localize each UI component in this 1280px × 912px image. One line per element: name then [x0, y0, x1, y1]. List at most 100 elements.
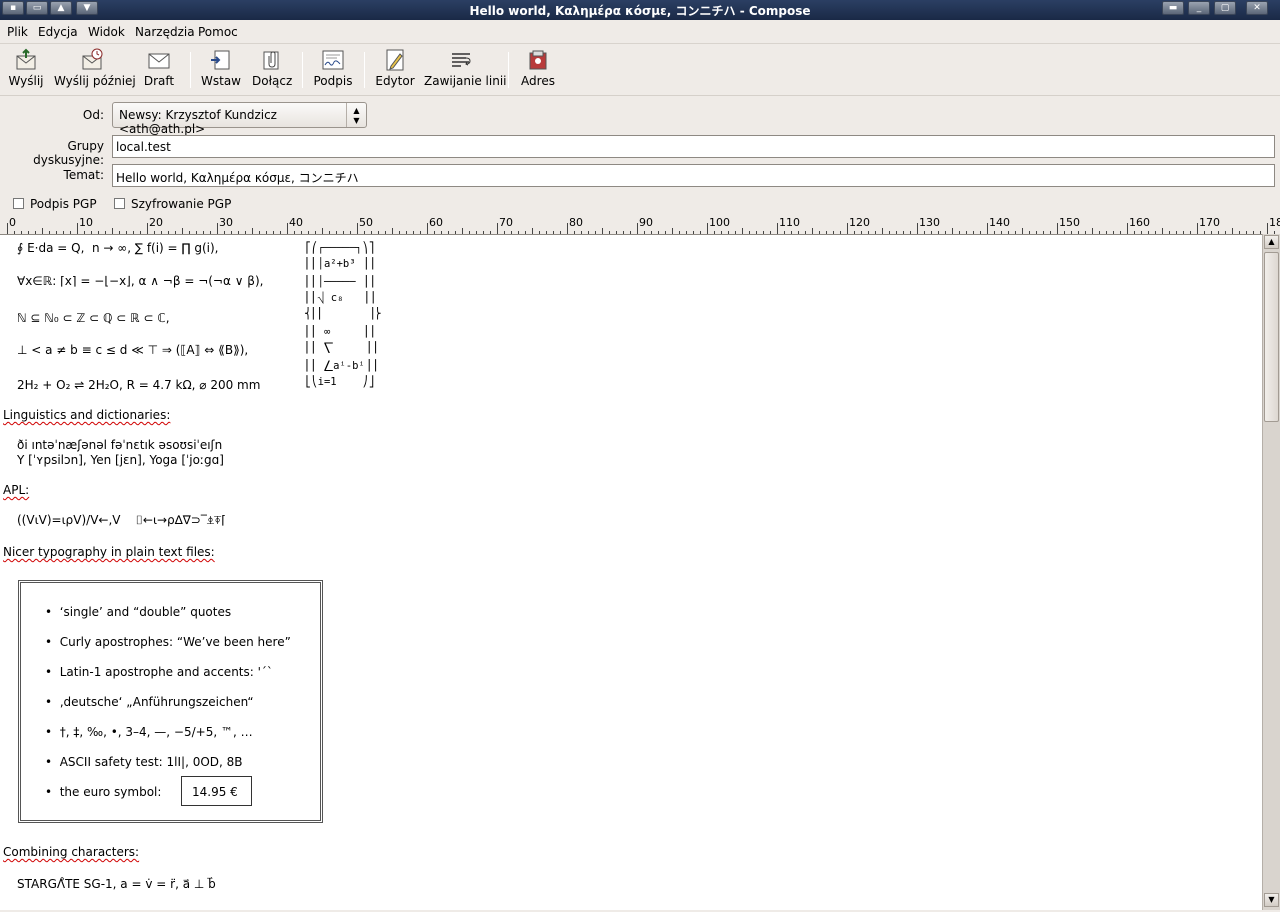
- ruler-tick: [707, 223, 708, 234]
- insert-file-icon: [211, 50, 230, 70]
- euro-value: 14.95 €: [192, 785, 238, 799]
- body-line: ði ıntəˈnæʃənəl fəˈnɛtık əsoʊsiˈeıʃn: [17, 438, 223, 452]
- scroll-thumb[interactable]: [1264, 252, 1279, 422]
- ruler-label: 30: [219, 216, 233, 229]
- toolbar-separator: [302, 52, 303, 88]
- section-heading: Linguistics and dictionaries:: [3, 408, 171, 422]
- bullet-line: • Latin-1 apostrophe and accents: '´`: [45, 665, 273, 679]
- ruler-tick: [287, 223, 288, 234]
- math-box-line: ⎢⎜ ⎳aⁱ-bⁱ⎟⎥: [305, 360, 378, 372]
- editor-button[interactable]: Edytor: [374, 48, 416, 94]
- help-button[interactable]: ▬: [1162, 1, 1184, 15]
- bullet-line: • †, ‡, ‰, •, 3–4, —, −5/+5, ™, …: [45, 725, 253, 739]
- draft-button[interactable]: Draft: [142, 48, 176, 94]
- bullet-line: • Curly apostrophes: “We’ve been here”: [45, 635, 291, 649]
- ruler-label: 130: [919, 216, 940, 229]
- toolbar-separator: [190, 52, 191, 88]
- menu-widok[interactable]: Widok: [88, 25, 125, 39]
- signature-button[interactable]: Podpis: [312, 48, 354, 94]
- send-icon: [16, 48, 36, 70]
- ruler-label: 50: [359, 216, 373, 229]
- body-line: Y [ˈʏpsilɔn], Yen [jɛn], Yoga [ˈjoːgɑ]: [17, 453, 224, 467]
- ruler-label: 0: [9, 216, 16, 229]
- ruler-tick: [1127, 223, 1128, 234]
- minimize-button[interactable]: _: [1188, 1, 1210, 15]
- math-box-line: ⎢⎜│a²+b³ ⎟⎥: [305, 258, 375, 270]
- checkbox-box[interactable]: [114, 198, 125, 209]
- vertical-scrollbar[interactable]: ▲ ▼: [1262, 234, 1280, 910]
- ruler-tick: [917, 223, 918, 234]
- ruler-label: 18: [1269, 216, 1280, 229]
- scroll-up-icon[interactable]: ▲: [1264, 235, 1279, 249]
- math-box-line: ⎢⎜│───── ⎟⎥: [305, 276, 375, 288]
- insert-button[interactable]: Wstaw: [200, 48, 242, 94]
- ruler-tick: [1267, 223, 1268, 234]
- math-box-line: ⎨⎢⎜ ⎟⎬: [305, 308, 381, 320]
- section-heading: Combining characters:: [3, 845, 140, 859]
- bullet-line: • ‚deutsche‘ „Anführungszeichen“: [45, 695, 254, 709]
- ruler-tick: [777, 223, 778, 234]
- ruler-label: 80: [569, 216, 583, 229]
- body-line: ∀x∈ℝ: ⌈x⌉ = −⌊−x⌋, α ∧ ¬β = ¬(¬α ∨ β),: [17, 274, 264, 288]
- ruler-tick: [567, 223, 568, 234]
- pgp-sign-checkbox[interactable]: Podpis PGP: [13, 197, 97, 211]
- pgp-encrypt-checkbox[interactable]: Szyfrowanie PGP: [114, 197, 231, 211]
- pencil-icon: [386, 49, 404, 71]
- math-box-line: ⎢⎜ ⎲ ⎟⎥: [305, 342, 378, 354]
- groups-label: Grupy dyskusyjne:: [33, 139, 104, 167]
- menu-plik[interactable]: Plik: [7, 25, 28, 39]
- pgp-sign-label: Podpis PGP: [30, 197, 97, 211]
- bullet-line: • ASCII safety test: 1lI|, 0OD, 8B: [45, 755, 243, 769]
- send-later-icon: [82, 48, 103, 70]
- ruler-label: 150: [1059, 216, 1080, 229]
- math-box-line: ⎡⎛┌─────┐⎞⎤: [305, 242, 375, 254]
- ruler-label: 140: [989, 216, 1010, 229]
- bullet-line: • ‘single’ and “double” quotes: [45, 605, 232, 619]
- groups-input[interactable]: local.test: [112, 135, 1275, 158]
- body-line: ℕ ⊆ ℕ₀ ⊂ ℤ ⊂ ℚ ⊂ ℝ ⊂ ℂ,: [17, 311, 170, 325]
- attach-button[interactable]: Dołącz: [252, 48, 292, 94]
- wrap-lines-button[interactable]: Zawijanie linii: [424, 48, 507, 94]
- bullet-line: • the euro symbol:: [45, 785, 162, 799]
- menu-bar: Plik Edycja Widok Narzędzia Pomoc: [0, 20, 1280, 44]
- ruler-label: 120: [849, 216, 870, 229]
- ruler-tick: [1057, 223, 1058, 234]
- close-button[interactable]: ✕: [1246, 1, 1268, 15]
- maximize-button[interactable]: ▢: [1214, 1, 1236, 15]
- ruler-tick: [847, 223, 848, 234]
- ruler-label: 20: [149, 216, 163, 229]
- toolbar-separator: [508, 52, 509, 88]
- subject-label: Temat:: [63, 168, 104, 182]
- menu-edycja[interactable]: Edycja: [38, 25, 78, 39]
- section-heading: APL:: [3, 483, 30, 497]
- menu-narzedzia[interactable]: Narzędzia: [135, 25, 195, 39]
- ruler-tick: [427, 223, 428, 234]
- ruler-tick: [497, 223, 498, 234]
- ruler-label: 100: [709, 216, 730, 229]
- paperclip-icon: [263, 51, 279, 70]
- send-later-button[interactable]: Wyślij później: [54, 48, 136, 94]
- ruler: 0 10 20 30 40 50 60 70 80 90 100 110 120 130 140 150 160…: [0, 214, 1280, 234]
- window-title: Hello world, Καλημέρα κόσμε, コンニチハ - Com…: [469, 4, 811, 18]
- send-button[interactable]: Wyślij: [8, 48, 44, 94]
- toolbar: Wyślij Wyślij później Draft Wstaw Dołącz…: [0, 44, 1280, 96]
- ruler-label: 110: [779, 216, 800, 229]
- checkbox-box[interactable]: [13, 198, 24, 209]
- body-line: ⊥ < a ≠ b ≡ c ≤ d ≪ ⊤ ⇒ (⟦A⟧ ⇔ ⟪B⟫),: [17, 343, 249, 357]
- ruler-tick: [147, 223, 148, 234]
- pgp-encrypt-label: Szyfrowanie PGP: [131, 197, 232, 211]
- ruler-tick: [77, 223, 78, 234]
- section-heading: Nicer typography in plain text files:: [3, 545, 215, 559]
- subject-input[interactable]: Hello world, Καλημέρα κόσμε, コンニチハ: [112, 164, 1275, 187]
- address-button[interactable]: Adres: [518, 48, 558, 94]
- from-label: Od:: [82, 108, 104, 122]
- ruler-label: 170: [1199, 216, 1220, 229]
- ruler-tick: [1197, 223, 1198, 234]
- from-select[interactable]: Newsy: Krzysztof Kundzicz <ath@ath.pl> ▲…: [112, 102, 367, 136]
- ruler-label: 60: [429, 216, 443, 229]
- math-box-line: ⎣⎝i=1 ⎠⎦: [305, 376, 375, 388]
- scroll-down-icon[interactable]: ▼: [1264, 893, 1279, 907]
- menu-pomoc[interactable]: Pomoc: [198, 25, 238, 39]
- ruler-tick: [7, 223, 8, 234]
- ruler-label: 160: [1129, 216, 1150, 229]
